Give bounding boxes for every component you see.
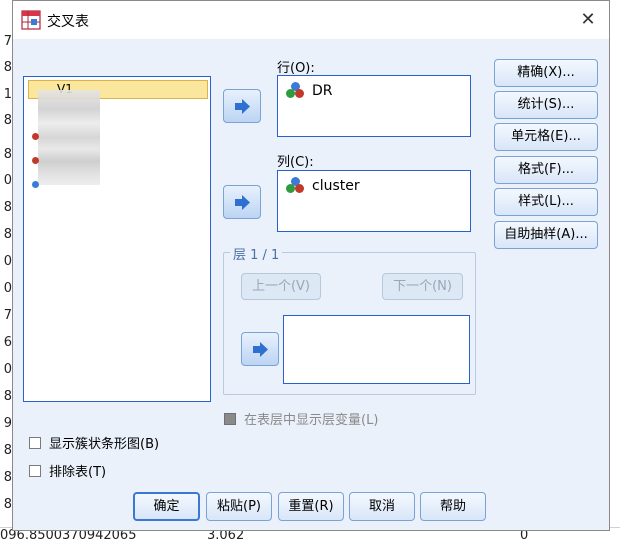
crosstabs-dialog: 交叉表 ✕ V1 行(O): DR 列(C): cluster 层 1 / 1 … (12, 0, 610, 531)
arrow-right-icon (253, 342, 268, 357)
checkbox[interactable] (29, 464, 41, 477)
bg-cell: 8 (3, 147, 12, 162)
help-button[interactable]: 帮助 (420, 492, 486, 521)
variable-type-icon (32, 133, 39, 140)
dialog-title: 交叉表 (47, 14, 89, 30)
bg-cell: 0 (3, 254, 12, 269)
ok-button[interactable]: 确定 (133, 492, 200, 521)
row-variables-box[interactable]: DR (277, 75, 471, 137)
title-bar: 交叉表 ✕ (13, 1, 609, 39)
bg-cell: 1 (3, 87, 12, 102)
bg-cell: 8 (3, 200, 12, 215)
blurred-variable-names (38, 90, 100, 185)
bg-cell: 6 (3, 335, 12, 350)
reset-button[interactable]: 重置(R) (278, 492, 344, 521)
display-layer-variables-option[interactable]: 在表层中显示层变量(L) (224, 409, 378, 428)
column-variables-box[interactable]: cluster (277, 170, 471, 232)
bg-cell: 8 (3, 389, 12, 404)
bg-cell: 9 (3, 416, 12, 431)
statistics-button[interactable]: 统计(S)... (494, 91, 598, 119)
exact-button[interactable]: 精确(X)... (494, 59, 598, 87)
format-button[interactable]: 格式(F)... (494, 156, 598, 184)
nominal-variable-icon (286, 82, 306, 99)
bg-cell: 8 (3, 227, 12, 242)
column-variable-item[interactable]: cluster (286, 177, 360, 194)
bg-cell: 7 (3, 308, 12, 323)
arrow-right-icon (235, 99, 250, 114)
variable-type-icon (32, 181, 39, 188)
style-button[interactable]: 样式(L)... (494, 188, 598, 216)
bg-cell: 0 (3, 362, 12, 377)
next-layer-button[interactable]: 下一个(N) (382, 273, 463, 300)
display-layer-variables-label: 在表层中显示层变量(L) (244, 413, 379, 428)
clustered-bar-label: 显示簇状条形图(B) (49, 437, 160, 452)
suppress-tables-label: 排除表(T) (49, 465, 107, 480)
cells-button[interactable]: 单元格(E)... (494, 123, 598, 151)
cancel-button[interactable]: 取消 (349, 492, 415, 521)
variable-type-icon (32, 157, 39, 164)
layer-title: 层 1 / 1 (230, 244, 283, 263)
bg-cell: 7 (3, 34, 12, 49)
layer-variables-box[interactable] (283, 315, 470, 384)
arrow-right-icon (235, 195, 250, 210)
bg-cell: 8 (3, 470, 12, 485)
nominal-variable-icon (286, 177, 306, 194)
previous-layer-button[interactable]: 上一个(V) (241, 273, 321, 300)
bg-cell: 0 (3, 281, 12, 296)
source-variable-list[interactable]: V1 (23, 76, 211, 402)
checkbox[interactable] (29, 436, 41, 449)
column-label: 列(C): (277, 155, 314, 170)
bootstrap-button[interactable]: 自助抽样(A)... (494, 221, 598, 249)
bg-cell: 8 (3, 443, 12, 458)
row-variable-name: DR (312, 82, 333, 99)
bg-cell: 8 (3, 497, 12, 512)
move-to-layer-button[interactable] (241, 332, 279, 366)
move-to-column-button[interactable] (223, 185, 261, 219)
clustered-bar-option[interactable]: 显示簇状条形图(B) (29, 433, 159, 452)
crosstabs-icon (21, 10, 41, 30)
bg-cell: 8 (3, 113, 12, 128)
bg-cell: 8 (3, 60, 12, 75)
checkbox[interactable] (224, 412, 236, 425)
paste-button[interactable]: 粘贴(P) (206, 492, 272, 521)
close-button[interactable]: ✕ (573, 6, 603, 34)
column-variable-name: cluster (312, 177, 360, 194)
row-label: 行(O): (277, 61, 315, 76)
suppress-tables-option[interactable]: 排除表(T) (29, 461, 106, 480)
move-to-row-button[interactable] (223, 89, 261, 123)
bg-cell: 0 (3, 173, 12, 188)
row-variable-item[interactable]: DR (286, 82, 333, 99)
